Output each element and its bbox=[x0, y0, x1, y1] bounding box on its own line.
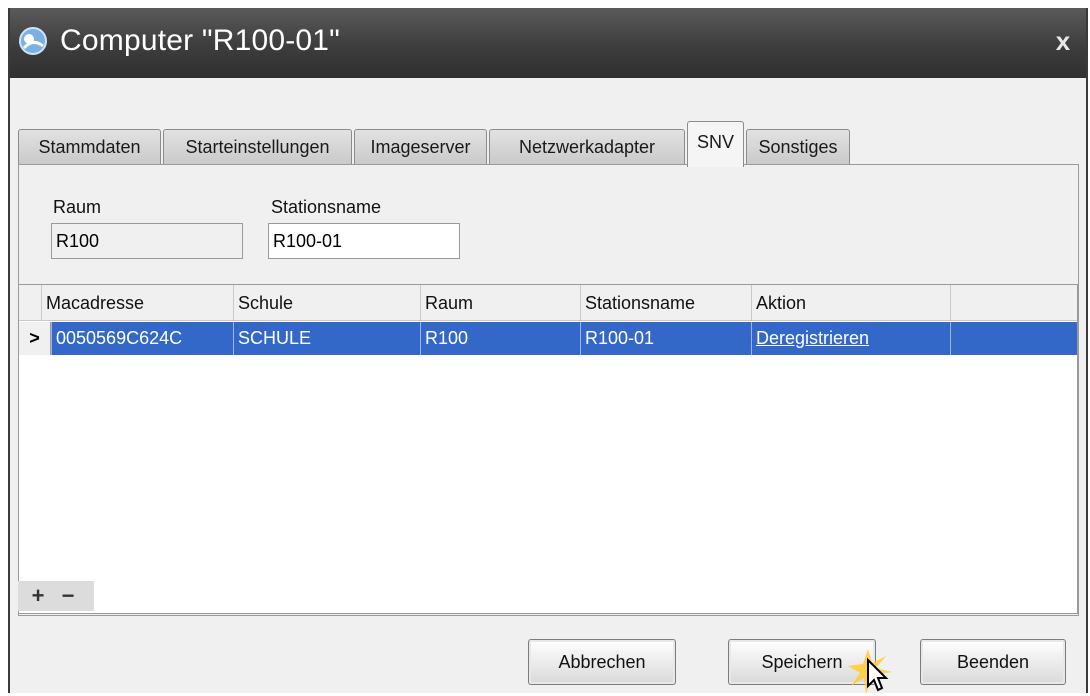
stationsname-label: Stationsname bbox=[271, 197, 382, 217]
cell-stationsname[interactable]: R100-01 bbox=[580, 322, 751, 355]
row-selector-icon[interactable]: > bbox=[19, 322, 51, 355]
cell-filler bbox=[950, 322, 1077, 355]
column-header-filler bbox=[950, 285, 1077, 320]
column-header-stationsname[interactable]: Stationsname bbox=[580, 285, 751, 320]
cell-raum[interactable]: R100 bbox=[420, 322, 580, 355]
tab-starteinstellungen[interactable]: Starteinstellungen bbox=[163, 129, 352, 165]
tab-imageserver[interactable]: Imageserver bbox=[354, 129, 487, 165]
add-row-button[interactable]: + bbox=[24, 581, 52, 611]
close-icon[interactable]: x bbox=[1050, 28, 1076, 54]
column-header-schule[interactable]: Schule bbox=[233, 285, 420, 320]
column-header-raum[interactable]: Raum bbox=[420, 285, 580, 320]
cell-macadresse[interactable]: 0050569C624C bbox=[51, 322, 233, 355]
app-logo-icon bbox=[19, 27, 47, 55]
cancel-button[interactable]: Abbrechen bbox=[528, 639, 676, 685]
mouse-pointer-icon bbox=[848, 649, 892, 694]
tab-netzwerkadapter[interactable]: Netzwerkadapter bbox=[489, 129, 685, 165]
tab-stammdaten[interactable]: Stammdaten bbox=[18, 129, 161, 165]
window-title: Computer "R100-01" bbox=[60, 24, 341, 57]
title-bar: Computer "R100-01" x bbox=[10, 8, 1086, 78]
tab-sonstiges[interactable]: Sonstiges bbox=[746, 129, 850, 165]
dialog-window: Computer "R100-01" x Stammdaten Startein… bbox=[8, 8, 1088, 694]
cell-schule[interactable]: SCHULE bbox=[233, 322, 420, 355]
table-row[interactable]: 0050569C624C SCHULE R100 R100-01 Deregis… bbox=[19, 322, 1077, 355]
column-header-aktion[interactable]: Aktion bbox=[751, 285, 950, 320]
raum-label: Raum bbox=[53, 197, 102, 217]
stationsname-field[interactable]: R100-01 bbox=[268, 223, 460, 259]
deregistrieren-link[interactable]: Deregistrieren bbox=[751, 322, 950, 355]
registration-grid: Macadresse Schule Raum Stationsname Akti… bbox=[18, 284, 1078, 614]
tab-snv[interactable]: SNV bbox=[687, 121, 744, 167]
row-toolbar: + − bbox=[18, 581, 94, 611]
column-header-macadresse[interactable]: Macadresse bbox=[41, 285, 233, 320]
grid-header: Macadresse Schule Raum Stationsname Akti… bbox=[19, 285, 1077, 321]
raum-field: R100 bbox=[51, 223, 243, 259]
remove-row-button[interactable]: − bbox=[54, 581, 82, 611]
exit-button[interactable]: Beenden bbox=[920, 639, 1066, 685]
